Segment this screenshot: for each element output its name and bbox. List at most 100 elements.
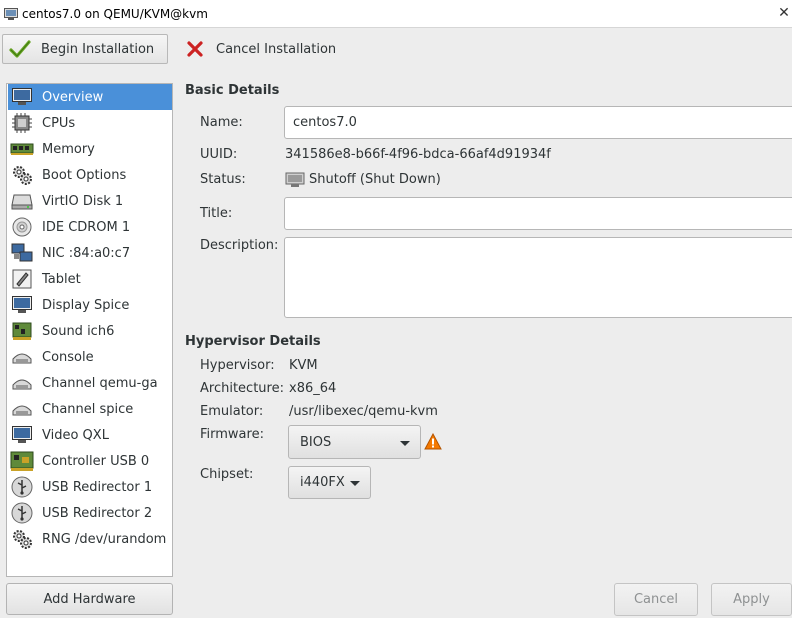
description-label: Description: (200, 238, 279, 253)
display-icon (10, 294, 34, 316)
cancel-installation-button[interactable]: Cancel Installation (178, 34, 348, 64)
sidebar-item-label: Channel spice (42, 401, 134, 417)
cancel-label: Cancel (633, 592, 679, 607)
chipset-selected: i440FX (300, 475, 345, 490)
emulator-value: /usr/libexec/qemu-kvm (289, 404, 438, 419)
virt-manager-icon (4, 7, 18, 20)
window-titlebar: centos7.0 on QEMU/KVM@kvm ✕ (0, 0, 792, 28)
sidebar-item-video-qxl[interactable]: Video QXL (8, 422, 172, 448)
hypervisor-value: KVM (289, 358, 318, 373)
sidebar-item-label: CPUs (42, 115, 76, 131)
sidebar-item-label: Controller USB 0 (42, 453, 150, 469)
sidebar-item-channel-qemu-ga[interactable]: Channel qemu-ga (8, 370, 172, 396)
chevron-down-icon (350, 481, 360, 486)
hardware-list: Overview CPUs Memory Boot Options VirtIO… (6, 83, 173, 577)
sidebar-item-label: Video QXL (42, 427, 109, 443)
hypervisor-label: Hypervisor: (200, 358, 275, 373)
uuid-value: 341586e8-b66f-4f96-bdca-66af4d91934f (285, 147, 551, 162)
overview-panel: Basic Details Name: centos7.0 UUID: 3415… (176, 68, 792, 618)
sidebar-item-channel-spice[interactable]: Channel spice (8, 396, 172, 422)
disk-icon (10, 190, 34, 212)
sidebar-item-controller-usb-0[interactable]: Controller USB 0 (8, 448, 172, 474)
controller-icon (10, 450, 34, 472)
network-icon (10, 242, 34, 264)
firmware-label: Firmware: (200, 427, 264, 442)
monitor-icon (10, 86, 34, 108)
firmware-dropdown[interactable]: BIOS (288, 425, 421, 459)
window-title: centos7.0 on QEMU/KVM@kvm (22, 6, 208, 21)
sidebar-item-label: RNG /dev/urandom (42, 531, 167, 547)
warning-icon (424, 432, 442, 454)
sidebar-item-display-spice[interactable]: Display Spice (8, 292, 172, 318)
cancel-x-icon (182, 38, 208, 60)
uuid-label: UUID: (200, 147, 238, 162)
gears-icon (10, 528, 34, 550)
sidebar-item-label: Memory (42, 141, 95, 157)
sidebar-item-label: Boot Options (42, 167, 127, 183)
sidebar-item-label: Console (42, 349, 94, 365)
serial-icon (10, 372, 34, 394)
status-label: Status: (200, 172, 246, 187)
sidebar-item-boot-options[interactable]: Boot Options (8, 162, 172, 188)
tablet-icon (10, 268, 34, 290)
sidebar-item-ide-cdrom-1[interactable]: IDE CDROM 1 (8, 214, 172, 240)
cpu-icon (10, 112, 34, 134)
architecture-value: x86_64 (289, 381, 337, 396)
sidebar-item-label: NIC :84:a0:c7 (42, 245, 131, 261)
sidebar-item-label: Display Spice (42, 297, 130, 313)
sound-card-icon (10, 320, 34, 342)
chevron-down-icon (400, 441, 410, 446)
apply-button[interactable]: Apply (711, 583, 792, 616)
add-hardware-label: Add Hardware (43, 591, 136, 607)
title-label: Title: (200, 206, 233, 221)
sidebar-item-usb-redirector-1[interactable]: USB Redirector 1 (8, 474, 172, 500)
serial-icon (10, 398, 34, 420)
begin-installation-button[interactable]: Begin Installation (2, 34, 168, 64)
usb-icon (10, 502, 34, 524)
memory-icon (10, 138, 34, 160)
description-textarea[interactable] (284, 237, 792, 318)
begin-installation-label: Begin Installation (41, 41, 155, 57)
sidebar-item-overview[interactable]: Overview (8, 84, 172, 110)
firmware-selected: BIOS (300, 434, 332, 450)
add-hardware-button[interactable]: Add Hardware (6, 583, 173, 615)
chipset-dropdown[interactable]: i440FX (288, 466, 371, 499)
serial-icon (10, 346, 34, 368)
window-close-icon[interactable]: ✕ (776, 5, 792, 21)
sidebar-item-virtio-disk-1[interactable]: VirtIO Disk 1 (8, 188, 172, 214)
architecture-label: Architecture: (200, 381, 284, 396)
name-input[interactable]: centos7.0 (284, 106, 792, 139)
cancel-button[interactable]: Cancel (614, 583, 698, 616)
cdrom-icon (10, 216, 34, 238)
sidebar-item-console[interactable]: Console (8, 344, 172, 370)
sidebar-item-label: USB Redirector 2 (42, 505, 153, 521)
toolbar: Begin Installation Cancel Installation (0, 28, 792, 68)
cancel-installation-label: Cancel Installation (216, 41, 337, 57)
sidebar-item-label: USB Redirector 1 (42, 479, 153, 495)
sidebar-item-label: Sound ich6 (42, 323, 115, 339)
sidebar-item-usb-redirector-2[interactable]: USB Redirector 2 (8, 500, 172, 526)
usb-icon (10, 476, 34, 498)
sidebar-item-label: Channel qemu-ga (42, 375, 158, 391)
chipset-label: Chipset: (200, 467, 254, 482)
sidebar-item-memory[interactable]: Memory (8, 136, 172, 162)
sidebar-item-sound-ich6[interactable]: Sound ich6 (8, 318, 172, 344)
sidebar-item-label: VirtIO Disk 1 (42, 193, 124, 209)
display-icon (10, 424, 34, 446)
basic-details-heading: Basic Details (185, 83, 280, 98)
sidebar-item-nic[interactable]: NIC :84:a0:c7 (8, 240, 172, 266)
gears-icon (10, 164, 34, 186)
checkmark-icon (7, 38, 33, 60)
hypervisor-details-heading: Hypervisor Details (185, 334, 321, 349)
apply-label: Apply (733, 592, 770, 607)
name-label: Name: (200, 115, 243, 130)
status-value: Shutoff (Shut Down) (309, 172, 441, 187)
shutoff-status-icon (285, 172, 305, 192)
sidebar-item-tablet[interactable]: Tablet (8, 266, 172, 292)
title-input[interactable] (284, 197, 792, 230)
sidebar-item-label: IDE CDROM 1 (42, 219, 131, 235)
emulator-label: Emulator: (200, 404, 264, 419)
sidebar-item-label: Overview (42, 89, 104, 105)
sidebar-item-rng[interactable]: RNG /dev/urandom (8, 526, 172, 552)
sidebar-item-cpus[interactable]: CPUs (8, 110, 172, 136)
